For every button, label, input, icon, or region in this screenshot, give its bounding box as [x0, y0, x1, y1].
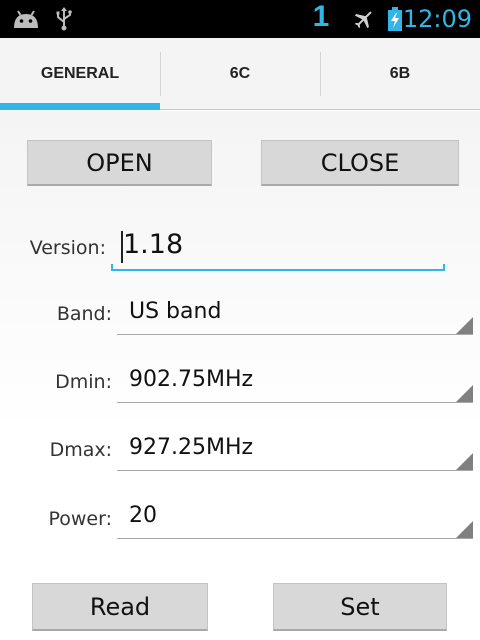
dropdown-arrow-icon — [456, 385, 473, 402]
version-value: 1.18 — [123, 229, 184, 260]
dmax-select[interactable]: 927.25MHz — [117, 429, 473, 471]
general-panel: OPEN CLOSE Version: 1.18 Band: US band D… — [0, 111, 480, 640]
dropdown-arrow-icon — [456, 453, 473, 470]
dmin-select[interactable]: 902.75MHz — [117, 361, 473, 403]
signal-indicator: 1 — [312, 0, 330, 33]
dropdown-arrow-icon — [456, 317, 473, 334]
tab-general[interactable]: GENERAL — [0, 38, 160, 110]
airplane-icon — [350, 0, 378, 38]
clock: 12:09 — [402, 5, 472, 33]
dmax-value: 927.25MHz — [129, 435, 254, 460]
usb-icon — [52, 0, 76, 38]
dmin-value: 902.75MHz — [129, 367, 254, 392]
band-select[interactable]: US band — [117, 293, 473, 335]
battery-charging-icon — [386, 0, 404, 38]
dmax-label: Dmax: — [49, 439, 112, 461]
read-button[interactable]: Read — [32, 583, 208, 631]
power-value: 20 — [129, 503, 157, 528]
tab-6b[interactable]: 6B — [320, 38, 480, 109]
version-label: Version: — [29, 237, 106, 259]
version-field[interactable]: 1.18 — [111, 227, 445, 271]
band-label: Band: — [56, 303, 112, 325]
set-button[interactable]: Set — [273, 583, 447, 631]
dropdown-arrow-icon — [456, 521, 473, 538]
power-select[interactable]: 20 — [117, 497, 473, 539]
tab-6c[interactable]: 6C — [160, 38, 320, 109]
status-bar: 1 12:09 — [0, 0, 480, 38]
power-label: Power: — [48, 508, 112, 530]
open-button[interactable]: OPEN — [27, 140, 212, 186]
close-button[interactable]: CLOSE — [261, 140, 459, 186]
dmin-label: Dmin: — [55, 371, 112, 393]
tab-bar: GENERAL 6C 6B — [0, 38, 480, 110]
android-icon — [10, 0, 42, 38]
band-value: US band — [129, 299, 222, 324]
